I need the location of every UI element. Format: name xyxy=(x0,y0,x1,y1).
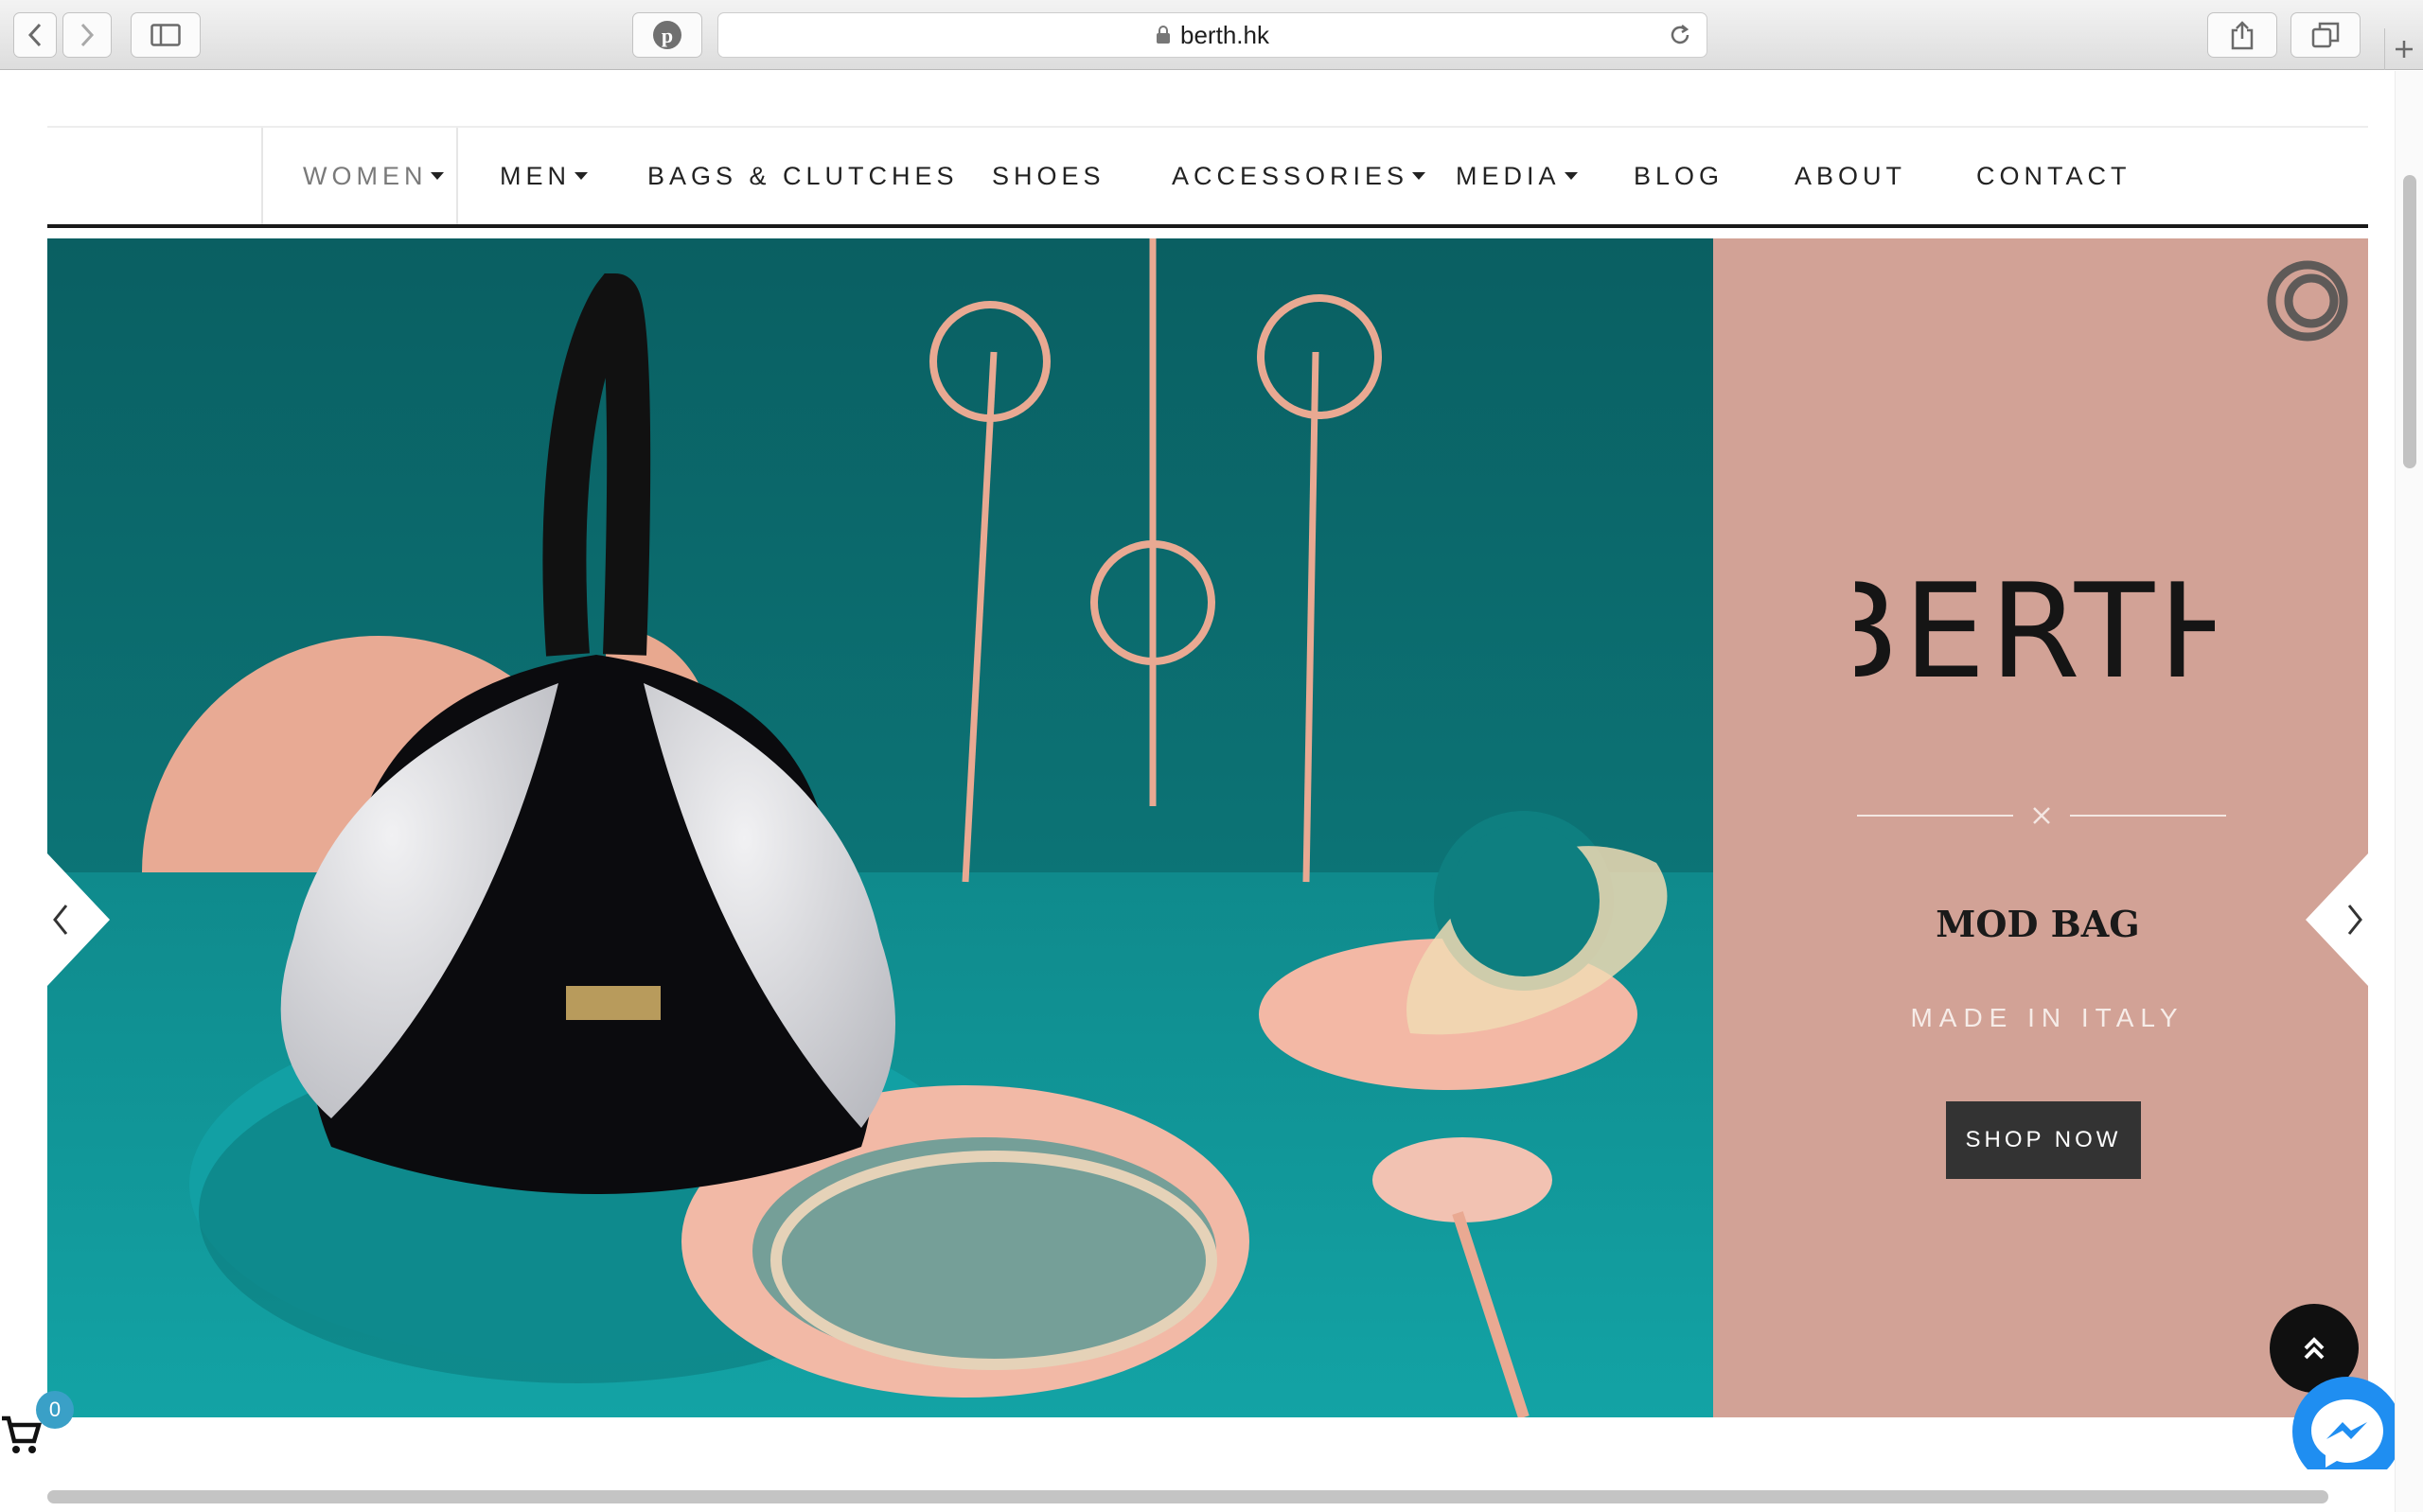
ornament-divider xyxy=(1857,807,2226,824)
nav-item-women[interactable]: WOMEN xyxy=(303,128,445,224)
nav-item-shoes[interactable]: SHOES xyxy=(992,128,1105,224)
address-bar[interactable]: berth.hk xyxy=(717,12,1707,58)
pinterest-button[interactable]: p xyxy=(632,12,702,58)
nav-separator xyxy=(456,128,458,224)
browser-toolbar: p berth.hk xyxy=(0,0,2423,70)
sidebar-icon xyxy=(150,24,181,46)
caret-down-icon xyxy=(575,172,588,180)
vertical-scrollbar[interactable] xyxy=(2395,71,2423,1512)
nav-label: CONTACT xyxy=(1976,161,2131,190)
pinterest-icon: p xyxy=(653,21,681,49)
share-icon xyxy=(2231,21,2254,50)
nav-label: WOMEN xyxy=(303,161,428,190)
caret-down-icon xyxy=(1564,172,1578,180)
slider-next-arrow[interactable] xyxy=(2302,853,2368,986)
hero-slider: BERTH MOD BAG MADE IN ITALY SHOP NOW xyxy=(47,238,2368,1417)
plus-icon xyxy=(2396,41,2413,58)
nav-label: MEN xyxy=(500,161,571,190)
berth-logo: BERTH xyxy=(1855,565,2215,688)
caret-down-icon xyxy=(431,172,445,180)
nav-item-accessories[interactable]: ACCESSORIES xyxy=(1172,128,1426,224)
slider-prev-arrow[interactable] xyxy=(47,853,114,986)
caret-down-icon xyxy=(1412,172,1426,180)
nav-separator xyxy=(261,128,263,224)
nav-item-men[interactable]: MEN xyxy=(500,128,588,224)
sidebar-button[interactable] xyxy=(131,12,201,58)
double-chevron-up-icon xyxy=(2304,1337,2325,1360)
nav-item-blog[interactable]: BLOG xyxy=(1634,128,1724,224)
product-title: MOD BAG xyxy=(1936,903,2140,945)
nav-label: BLOG xyxy=(1634,161,1724,190)
url-text: berth.hk xyxy=(1180,20,1269,49)
nav-item-contact[interactable]: CONTACT xyxy=(1976,128,2131,224)
nav-label: BAGS & CLUTCHES xyxy=(647,161,959,190)
main-navigation: WOMEN MEN BAGS & CLUTCHES SHOES ACCESSOR… xyxy=(47,126,2368,228)
product-subtitle: MADE IN ITALY xyxy=(1910,1003,2184,1032)
nav-label: MEDIA xyxy=(1456,161,1561,190)
cart-icon[interactable] xyxy=(0,1415,42,1456)
nav-label: ABOUT xyxy=(1795,161,1907,190)
share-button[interactable] xyxy=(2207,12,2277,58)
back-button[interactable] xyxy=(13,12,57,58)
brand-name: BERTH xyxy=(1855,565,2215,688)
forward-button[interactable] xyxy=(62,12,112,58)
product-info-panel: BERTH MOD BAG MADE IN ITALY SHOP NOW xyxy=(1713,238,2368,1417)
messenger-chat-button[interactable] xyxy=(2290,1375,2395,1469)
shop-now-button[interactable]: SHOP NOW xyxy=(1946,1101,2141,1179)
nav-item-about[interactable]: ABOUT xyxy=(1795,128,1906,224)
new-tab-button[interactable] xyxy=(2384,28,2423,70)
svg-text:p: p xyxy=(662,24,673,47)
chevron-right-icon xyxy=(80,23,95,47)
tabs-button[interactable] xyxy=(2290,12,2361,58)
nav-label: SHOES xyxy=(992,161,1105,190)
nav-label: ACCESSORIES xyxy=(1172,161,1409,190)
horizontal-scrollbar[interactable] xyxy=(47,1490,2328,1503)
circle-logo-icon xyxy=(2267,260,2348,342)
tabs-icon xyxy=(2311,22,2340,48)
scrollbar-thumb[interactable] xyxy=(2403,175,2416,468)
cart-count-badge: 0 xyxy=(36,1391,74,1429)
product-photo xyxy=(47,238,1713,1417)
chevron-left-icon xyxy=(27,23,42,47)
nav-item-bags-clutches[interactable]: BAGS & CLUTCHES xyxy=(647,128,959,224)
lock-icon xyxy=(1157,26,1171,44)
nav-item-media[interactable]: MEDIA xyxy=(1456,128,1578,224)
reload-icon[interactable] xyxy=(1667,22,1693,48)
